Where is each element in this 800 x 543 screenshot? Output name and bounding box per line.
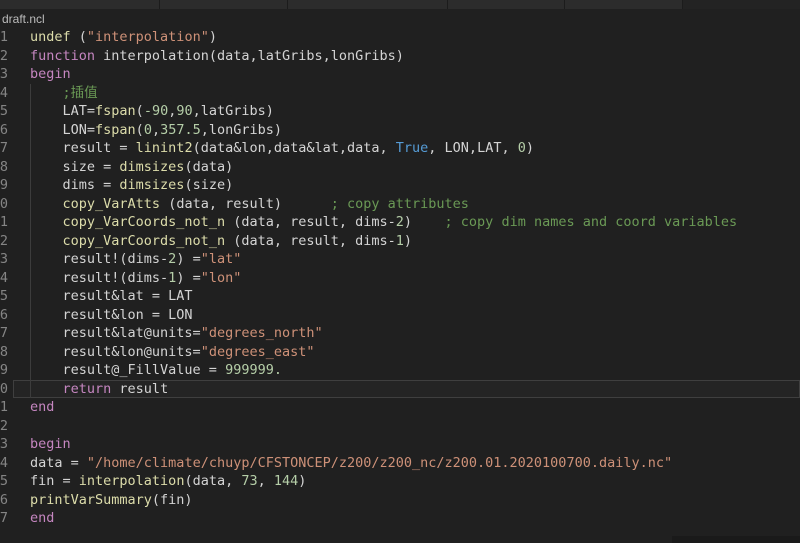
breadcrumb: draft.ncl bbox=[0, 9, 800, 28]
code-line[interactable]: 24 data = "/home/climate/chuyp/CFSTONCEP/… bbox=[0, 454, 800, 473]
code-text: result&lat = LAT bbox=[30, 287, 193, 306]
code-text: ;插值 bbox=[30, 84, 98, 103]
line-number[interactable]: 6 bbox=[0, 121, 8, 140]
code-line[interactable]: 7 result = linint2(data&lon,data&lat,dat… bbox=[0, 139, 800, 158]
line-number[interactable]: 27 bbox=[0, 509, 8, 528]
code-text: printVarSummary(fin) bbox=[30, 491, 193, 510]
editor-window: draft.ncl 1 undef ("interpolation") 2 funct… bbox=[0, 0, 800, 543]
code-text: return result bbox=[30, 380, 168, 399]
code-lines: 1 undef ("interpolation") 2 function interp… bbox=[0, 28, 800, 528]
line-number[interactable]: 18 bbox=[0, 343, 8, 362]
line-number[interactable]: 4 bbox=[0, 84, 8, 103]
code-text: function interpolation(data,latGribs,lon… bbox=[30, 47, 404, 66]
panel-corner bbox=[672, 536, 800, 543]
code-line[interactable]: 25 fin = interpolation(data, 73, 144) bbox=[0, 472, 800, 491]
code-line[interactable]: 8 size = dimsizes(data) bbox=[0, 158, 800, 177]
code-line[interactable]: 10 copy_VarAtts (data, result) ; copy at… bbox=[0, 195, 800, 214]
code-line[interactable]: 11 copy_VarCoords_not_n (data, result, d… bbox=[0, 213, 800, 232]
code-line[interactable]: 17 result&lat@units="degrees_north" bbox=[0, 324, 800, 343]
code-text: LAT=fspan(-90,90,latGribs) bbox=[30, 102, 274, 121]
code-line[interactable]: 26 printVarSummary(fin) bbox=[0, 491, 800, 510]
line-number[interactable]: 19 bbox=[0, 361, 8, 380]
code-text: result&lon = LON bbox=[30, 306, 193, 325]
line-number[interactable]: 17 bbox=[0, 324, 8, 343]
code-line[interactable]: 20 return result bbox=[0, 380, 800, 399]
code-text: data = "/home/climate/chuyp/CFSTONCEP/z2… bbox=[30, 454, 672, 473]
code-text: result&lat@units="degrees_north" bbox=[30, 324, 323, 343]
code-text: begin bbox=[30, 65, 71, 84]
code-line[interactable]: 27 end bbox=[0, 509, 800, 528]
line-number[interactable]: 25 bbox=[0, 472, 8, 491]
code-line[interactable]: 1 undef ("interpolation") bbox=[0, 28, 800, 47]
line-number[interactable]: 8 bbox=[0, 158, 8, 177]
code-line[interactable]: 23 begin bbox=[0, 435, 800, 454]
code-text: result!(dims-2) ="lat" bbox=[30, 250, 241, 269]
code-text: result = linint2(data&lon,data&lat,data,… bbox=[30, 139, 534, 158]
code-text: dims = dimsizes(size) bbox=[30, 176, 233, 195]
code-line[interactable]: 16 result&lon = LON bbox=[0, 306, 800, 325]
tab-stub[interactable] bbox=[288, 0, 448, 9]
line-number[interactable]: 26 bbox=[0, 491, 8, 510]
code-line[interactable]: 21 end bbox=[0, 398, 800, 417]
code-text: LON=fspan(0,357.5,lonGribs) bbox=[30, 121, 282, 140]
line-number[interactable]: 13 bbox=[0, 250, 8, 269]
line-number[interactable]: 5 bbox=[0, 102, 8, 121]
line-number[interactable]: 12 bbox=[0, 232, 8, 251]
line-number[interactable]: 10 bbox=[0, 195, 8, 214]
code-line[interactable]: 22 bbox=[0, 417, 800, 436]
line-number[interactable]: 1 bbox=[0, 28, 8, 47]
code-text: begin bbox=[30, 435, 71, 454]
tab-stub[interactable] bbox=[0, 0, 160, 9]
code-line[interactable]: 3 begin bbox=[0, 65, 800, 84]
code-text: undef ("interpolation") bbox=[30, 28, 217, 47]
breadcrumb-item-filename[interactable]: draft.ncl bbox=[2, 12, 45, 26]
code-line[interactable]: 5 LAT=fspan(-90,90,latGribs) bbox=[0, 102, 800, 121]
code-text: end bbox=[30, 398, 54, 417]
code-line[interactable]: 2 function interpolation(data,latGribs,lo… bbox=[0, 47, 800, 66]
code-text: result&lon@units="degrees_east" bbox=[30, 343, 314, 362]
line-number[interactable]: 20 bbox=[0, 380, 8, 399]
line-number[interactable]: 2 bbox=[0, 47, 8, 66]
tab-stub[interactable] bbox=[565, 0, 683, 9]
line-number[interactable]: 16 bbox=[0, 306, 8, 325]
line-number[interactable]: 3 bbox=[0, 65, 8, 84]
code-line[interactable]: 13 result!(dims-2) ="lat" bbox=[0, 250, 800, 269]
code-text: copy_VarAtts (data, result) ; copy attri… bbox=[30, 195, 469, 214]
line-number[interactable]: 23 bbox=[0, 435, 8, 454]
code-line[interactable]: 6 LON=fspan(0,357.5,lonGribs) bbox=[0, 121, 800, 140]
code-text: size = dimsizes(data) bbox=[30, 158, 233, 177]
code-text: fin = interpolation(data, 73, 144) bbox=[30, 472, 306, 491]
code-line[interactable]: 15 result&lat = LAT bbox=[0, 287, 800, 306]
code-text: end bbox=[30, 509, 54, 528]
tab-stub[interactable] bbox=[160, 0, 288, 9]
code-line[interactable]: 18 result&lon@units="degrees_east" bbox=[0, 343, 800, 362]
line-number[interactable]: 15 bbox=[0, 287, 8, 306]
code-text: result!(dims-1) ="lon" bbox=[30, 269, 241, 288]
code-line[interactable]: 14 result!(dims-1) ="lon" bbox=[0, 269, 800, 288]
code-line[interactable]: 19 result@_FillValue = 999999. bbox=[0, 361, 800, 380]
code-text: result@_FillValue = 999999. bbox=[30, 361, 282, 380]
tab-bar bbox=[0, 0, 800, 9]
line-number[interactable]: 24 bbox=[0, 454, 8, 473]
line-number[interactable]: 9 bbox=[0, 176, 8, 195]
tab-stub[interactable] bbox=[448, 0, 565, 9]
code-line[interactable]: 9 dims = dimsizes(size) bbox=[0, 176, 800, 195]
code-text: copy_VarCoords_not_n (data, result, dims… bbox=[30, 232, 412, 251]
line-number[interactable]: 22 bbox=[0, 417, 8, 436]
line-number[interactable]: 14 bbox=[0, 269, 8, 288]
code-editor[interactable]: 1 undef ("interpolation") 2 function interp… bbox=[0, 28, 800, 543]
code-line[interactable]: 4 ;插值 bbox=[0, 84, 800, 103]
line-number[interactable]: 7 bbox=[0, 139, 8, 158]
line-number[interactable]: 21 bbox=[0, 398, 8, 417]
code-text: copy_VarCoords_not_n (data, result, dims… bbox=[30, 213, 737, 232]
line-number[interactable]: 11 bbox=[0, 213, 8, 232]
code-line[interactable]: 12 copy_VarCoords_not_n (data, result, d… bbox=[0, 232, 800, 251]
